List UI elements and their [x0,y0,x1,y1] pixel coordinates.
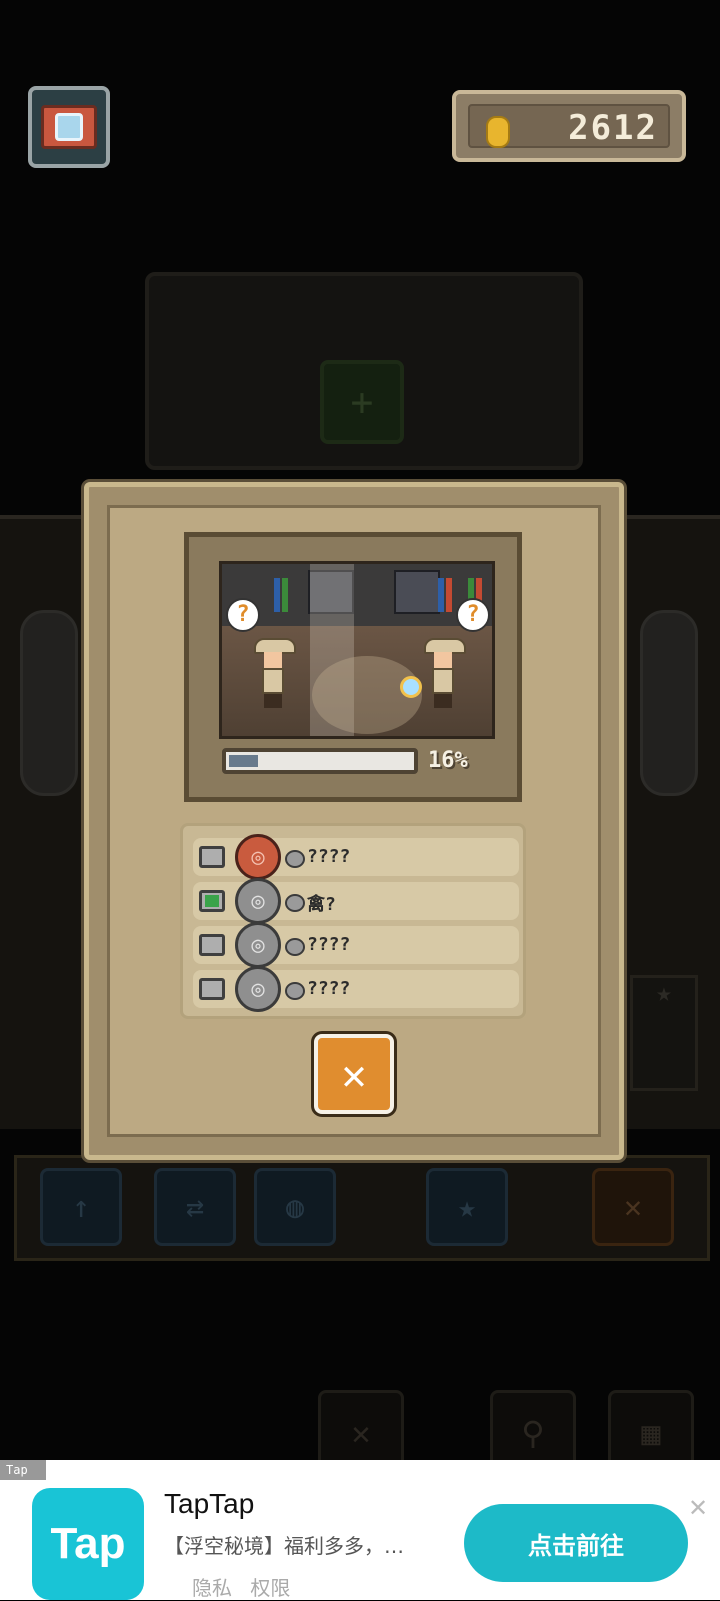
fossil-icon: ◎ [235,922,281,968]
ad-tag: Tap [0,1460,46,1480]
swap-icon: ⇄ [154,1168,236,1246]
list-item[interactable]: ◎ 禽? [193,878,519,924]
pillar-left [20,610,78,796]
taptap-logo[interactable]: Tap [32,1488,144,1600]
close-icon: ✕ [592,1168,674,1246]
researcher-right [424,638,466,708]
gem-icon [285,938,305,956]
analysis-scene: ? ? [219,561,495,739]
privacy-link[interactable]: 隐私 [192,1576,232,1600]
fossil-name: 禽? [307,894,336,915]
fossil-name: ???? [307,978,351,999]
add-slot-button: + [320,360,404,444]
ad-title: TapTap [164,1488,255,1519]
checkbox[interactable] [199,890,225,912]
checkbox[interactable] [199,846,225,868]
list-item[interactable]: ◎ ???? [193,922,519,968]
coin-icon [486,116,510,148]
question-bubble-left: ? [226,598,260,632]
fossil-list: ◎ ???? ◎ 禽? ◎ ???? ◎ ???? [180,823,526,1019]
ad-description: 【浮空秘境】福利多多，… [164,1534,404,1558]
pickaxe-icon: ↑ [40,1168,122,1246]
pillar-right [640,610,698,796]
gem-icon [285,894,305,912]
analysis-progress-bar [222,748,418,774]
magnifier-icon [400,676,422,698]
close-dialog-button[interactable]: ✕ [314,1034,394,1114]
gem-icon [285,982,305,1000]
fossil-icon: ◎ [235,966,281,1012]
camera-icon [41,105,97,149]
ad-links: 隐私 权限 [192,1572,302,1601]
fossil-icon: ◎ [235,834,281,880]
side-star-slot: ★ [630,975,698,1091]
coin-counter: 2612 [452,90,686,162]
fossil-icon: ◎ [235,878,281,924]
permissions-link[interactable]: 权限 [250,1576,290,1600]
star-icon: ★ [656,978,672,1008]
question-bubble-right: ? [456,598,490,632]
close-icon: ✕ [341,1049,367,1099]
list-item[interactable]: ◎ ???? [193,966,519,1012]
checkbox[interactable] [199,934,225,956]
list-item[interactable]: ◎ ???? [193,834,519,880]
gem-icon [285,850,305,868]
researcher-left [254,638,296,708]
checkbox[interactable] [199,978,225,1000]
ad-close-icon[interactable]: ✕ [688,1494,708,1522]
star-icon: ★ [426,1168,508,1246]
fossil-name: ???? [307,934,351,955]
progress-fill [229,755,258,767]
coin-amount: 2612 [568,108,658,148]
ad-cta-button[interactable]: 点击前往 [464,1504,688,1582]
fossil-name: ???? [307,846,351,867]
progress-percent: 16% [428,748,468,773]
camera-button[interactable] [28,86,110,168]
globe-icon: ◍ [254,1168,336,1246]
